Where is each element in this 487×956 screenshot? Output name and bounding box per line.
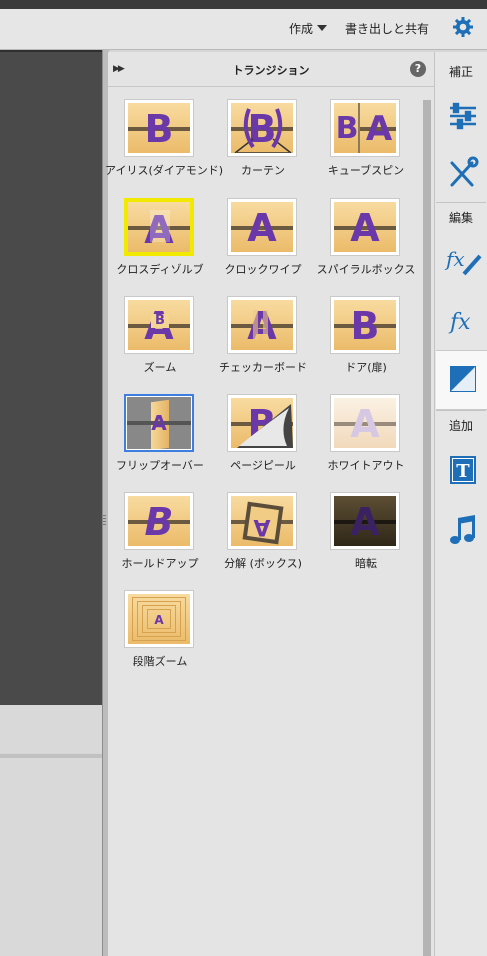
panel-title: トランジション	[232, 64, 310, 77]
transition-label: アイリス(ダイアモンド)	[105, 164, 224, 177]
transition-thumbnail: A	[330, 492, 400, 550]
transition-cross-dissolve[interactable]: A クロスディゾルブ	[109, 198, 211, 294]
curtain-lines	[234, 108, 292, 153]
panel-scrollbar[interactable]	[423, 100, 431, 956]
sidebar-divider	[436, 202, 486, 203]
thumbnail-letter-2: B	[335, 111, 359, 146]
transition-thumbnail: A	[124, 590, 194, 648]
splitter-grip[interactable]	[103, 515, 106, 527]
transition-thumbnail: A	[124, 394, 194, 452]
transition-thumbnail: A	[227, 492, 297, 550]
transition-door[interactable]: B ドア(扉)	[315, 296, 417, 392]
transition-label: 分解 (ボックス)	[224, 557, 302, 570]
adjust-sliders-icon[interactable]	[440, 98, 484, 134]
transition-clock-wipe[interactable]: A クロックワイプ	[212, 198, 314, 294]
fx-edit-icon[interactable]: fx	[440, 242, 484, 278]
thumbnail-letter: B	[144, 500, 174, 544]
transition-thumbnail: B	[124, 99, 194, 157]
title-stripe	[0, 0, 487, 9]
thumbnail-letter-2: B	[151, 314, 169, 328]
transition-label: ズーム	[143, 361, 177, 374]
transition-thumbnail: B	[124, 492, 194, 550]
chevron-down-icon	[317, 25, 328, 31]
create-button[interactable]: 作成	[289, 20, 328, 40]
thumbnail-letter: A	[350, 402, 380, 446]
thumbnail-letter: A	[247, 206, 277, 250]
transition-thumbnail: A	[227, 198, 297, 256]
transition-hold-up[interactable]: B ホールドアップ	[109, 492, 211, 588]
transition-thumbnail: A B	[124, 296, 194, 354]
timeline-toolbar	[0, 705, 102, 753]
page-peel-curl	[237, 404, 293, 448]
gear-icon[interactable]	[452, 16, 474, 38]
transition-zoom[interactable]: A B ズーム	[109, 296, 211, 392]
transition-label: 暗転	[355, 557, 377, 570]
svg-text:fx: fx	[444, 247, 465, 271]
music-note-icon[interactable]	[440, 512, 484, 548]
transition-white-out[interactable]: A ホワイトアウト	[315, 394, 417, 490]
transition-label: クロスディゾルブ	[116, 263, 204, 276]
transition-explode-box[interactable]: A 分解 (ボックス)	[212, 492, 314, 588]
transition-thumbnail: A	[330, 394, 400, 452]
transition-thumbnail: B	[330, 296, 400, 354]
tools-icon[interactable]	[440, 155, 484, 191]
transition-label: ページピール	[230, 459, 296, 472]
transition-label: ホワイトアウト	[327, 459, 405, 472]
transitions-icon[interactable]	[440, 361, 484, 397]
transition-thumbnail: A B	[330, 99, 400, 157]
create-button-label: 作成	[289, 22, 314, 36]
transition-thumbnail: B	[227, 99, 297, 157]
svg-text:fx: fx	[448, 310, 471, 335]
monitor-area	[0, 50, 102, 705]
transition-curtain[interactable]: B カーテン	[212, 99, 314, 195]
transition-label: ホールドアップ	[121, 557, 199, 570]
thumbnail-letter: A	[365, 109, 393, 149]
fx-icon[interactable]: fx	[440, 303, 484, 339]
export-share-button[interactable]: 書き出しと共有	[345, 20, 429, 37]
transition-fade-to-black[interactable]: A 暗転	[315, 492, 417, 588]
transition-thumbnail: B	[227, 394, 297, 452]
help-icon[interactable]: ?	[410, 61, 426, 77]
transition-iris-diamond[interactable]: B アイリス(ダイアモンド)	[105, 99, 223, 195]
transition-checkerboard[interactable]: A チェッカーボード	[212, 296, 314, 392]
thumbnail-letter: B	[144, 107, 174, 151]
svg-text:T: T	[456, 461, 470, 482]
thumbnail-letter: A	[350, 500, 380, 544]
thumbnail-letter: B	[350, 304, 380, 348]
timeline-area	[0, 758, 102, 956]
transition-label: キューブスピン	[327, 164, 405, 177]
transition-label: スパイラルボックス	[316, 263, 416, 276]
transition-page-peel[interactable]: B ページピール	[212, 394, 314, 490]
thumbnail-letter: A	[154, 613, 164, 627]
transition-label: ドア(扉)	[345, 361, 387, 374]
transition-label: 段階ズーム	[132, 655, 188, 668]
thumbnail-letter: A	[253, 514, 271, 539]
transition-thumbnail: A	[330, 198, 400, 256]
transition-thumbnail: A	[124, 198, 194, 256]
transition-label: フリップオーバー	[116, 459, 204, 472]
transition-cube-spin[interactable]: A B キューブスピン	[315, 99, 417, 195]
thumbnail-letter: A	[151, 411, 167, 435]
section-adjust-label: 補正	[448, 65, 473, 79]
transition-label: カーテン	[241, 164, 285, 177]
transition-flip-over[interactable]: A フリップオーバー	[109, 394, 211, 490]
transition-thumbnail: A	[227, 296, 297, 354]
transition-label: クロックワイプ	[224, 263, 302, 276]
transition-step-zoom[interactable]: A 段階ズーム	[109, 590, 211, 686]
section-edit-label: 編集	[448, 211, 473, 225]
sidebar-divider	[436, 410, 486, 411]
title-text-icon[interactable]: T	[440, 452, 484, 488]
transition-label: チェッカーボード	[219, 361, 307, 374]
thumbnail-letter: A	[350, 206, 380, 250]
transition-spiral-box[interactable]: A スパイラルボックス	[315, 198, 417, 294]
section-add-label: 追加	[448, 419, 473, 433]
